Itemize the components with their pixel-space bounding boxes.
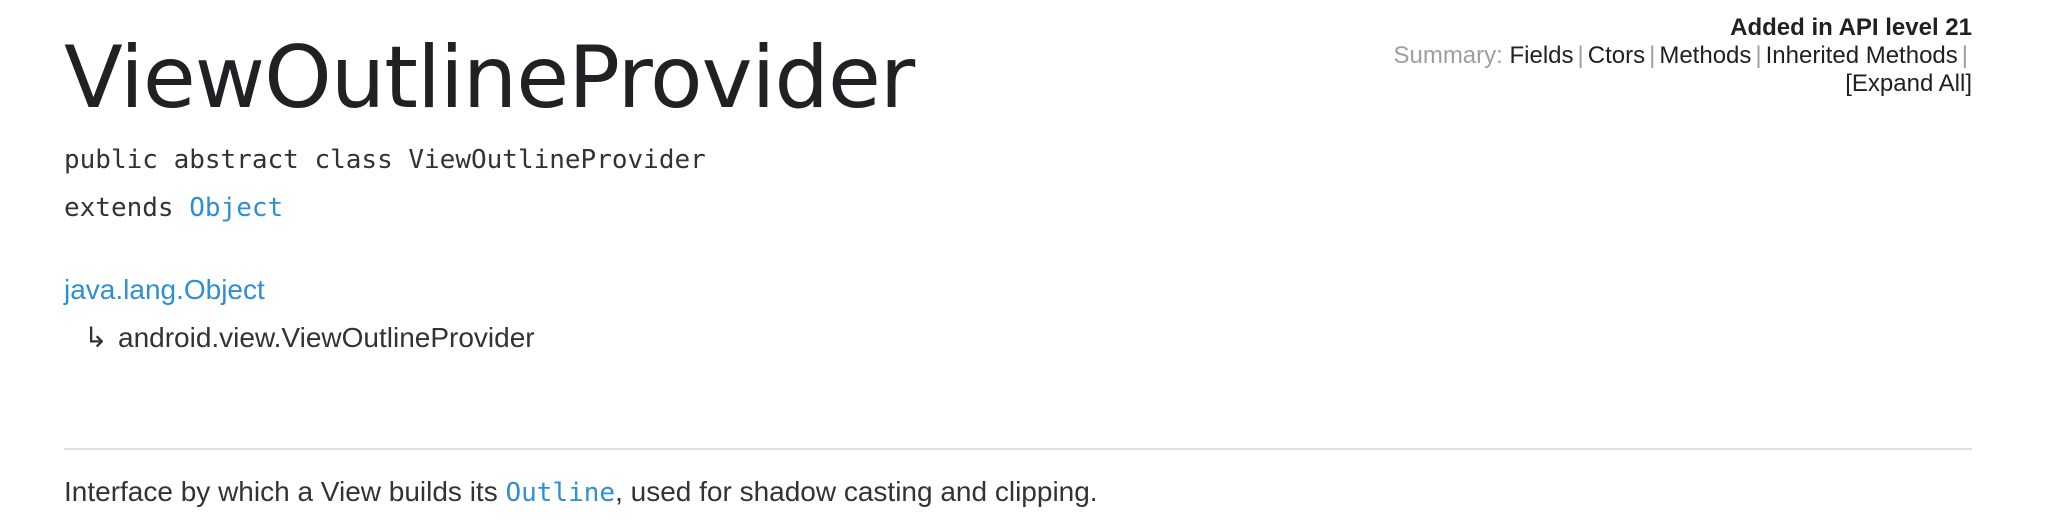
expand-all-row: [Expand All] bbox=[1393, 70, 1972, 98]
summary-link-fields[interactable]: Fields bbox=[1510, 42, 1574, 69]
summary-nav: Summary: Fields | Ctors | Methods | Inherited … bbox=[1393, 42, 1972, 70]
page-title: ViewOutlineProvider bbox=[64, 28, 915, 128]
class-description: Interface by which a View builds its Out… bbox=[64, 474, 1098, 511]
hierarchy-child-label: android.view.ViewOutlineProvider bbox=[118, 322, 535, 353]
expand-all-link[interactable]: [Expand All] bbox=[1845, 70, 1972, 97]
section-divider bbox=[64, 448, 1972, 450]
reference-page: Added in API level 21 Summary: Fields | Ct… bbox=[64, 0, 1972, 520]
summary-separator: | bbox=[1649, 42, 1656, 69]
summary-separator: | bbox=[1961, 42, 1968, 69]
summary-link-methods[interactable]: Methods bbox=[1659, 42, 1751, 69]
extends-keyword: extends bbox=[64, 193, 174, 223]
inheritance-tree: java.lang.Object ↳ android.view.ViewOutli… bbox=[64, 266, 535, 362]
outline-link[interactable]: Outline bbox=[505, 478, 615, 508]
summary-separator: | bbox=[1755, 42, 1762, 69]
summary-separator: | bbox=[1577, 42, 1584, 69]
extends-clause: extends Object bbox=[64, 192, 283, 224]
summary-link-ctors[interactable]: Ctors bbox=[1588, 42, 1645, 69]
summary-link-inherited-methods[interactable]: Inherited Methods bbox=[1766, 42, 1958, 69]
summary-label: Summary: bbox=[1393, 42, 1503, 69]
extends-object-link[interactable]: Object bbox=[189, 193, 283, 223]
description-suffix: , used for shadow casting and clipping. bbox=[615, 476, 1098, 507]
hierarchy-child: ↳ android.view.ViewOutlineProvider bbox=[64, 314, 535, 362]
class-declaration: public abstract class ViewOutlineProvide… bbox=[64, 145, 706, 175]
hierarchy-root-link[interactable]: java.lang.Object bbox=[64, 266, 535, 314]
api-summary-box: Added in API level 21 Summary: Fields | Ct… bbox=[1393, 14, 1972, 98]
api-level-label: Added in API level 21 bbox=[1730, 14, 1972, 41]
description-prefix: Interface by which a View builds its bbox=[64, 476, 506, 507]
inheritance-arrow-icon: ↳ bbox=[84, 321, 108, 354]
